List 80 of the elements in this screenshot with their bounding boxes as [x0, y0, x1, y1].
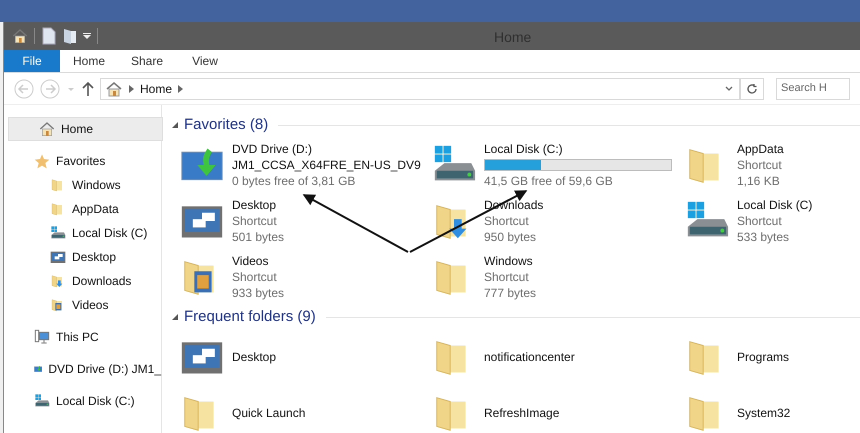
file-item[interactable]: Programs — [683, 329, 860, 385]
group-header[interactable]: Favorites (8) — [184, 114, 268, 136]
item-detail: 1,16 KB — [737, 173, 781, 189]
ribbon-tab[interactable]: File — [4, 50, 60, 72]
file-item[interactable]: System32 — [683, 385, 860, 433]
item-name: notificationcenter — [484, 349, 575, 365]
star-icon — [34, 153, 50, 169]
item-detail: 0 bytes free of 3,81 GB — [232, 173, 356, 189]
customize-dropdown-icon[interactable] — [83, 32, 91, 40]
home-icon[interactable] — [12, 28, 28, 44]
item-name: Programs — [737, 349, 790, 365]
sidebar-item[interactable]: Windows — [4, 173, 161, 197]
file-item[interactable]: AppData Shortcut 1,16 KB — [683, 137, 860, 193]
group-header[interactable]: Frequent folders (9) — [184, 306, 316, 328]
item-name: System32 — [737, 405, 790, 421]
up-arrow-icon[interactable] — [82, 80, 94, 96]
screen-icon — [50, 249, 66, 265]
ribbon-tab[interactable]: View — [176, 50, 234, 72]
refresh-icon — [746, 82, 758, 94]
file-item[interactable]: Desktop Shortcut 501 bytes — [178, 193, 430, 249]
pc-icon — [34, 329, 50, 345]
chevron-right-icon[interactable] — [178, 84, 184, 92]
item-detail: Shortcut — [484, 269, 530, 285]
sidebar-item[interactable]: Favorites — [4, 149, 161, 173]
item-name: Desktop — [232, 197, 278, 213]
file-item[interactable]: Local Disk (C) Shortcut 533 bytes — [683, 193, 860, 249]
item-name: Local Disk (C) — [737, 197, 812, 213]
chevron-right-icon[interactable] — [129, 84, 134, 92]
sidebar-item[interactable]: Videos — [4, 293, 161, 317]
item-detail: JM1_CCSA_X64FRE_EN-US_DV9 — [232, 157, 421, 173]
item-name: Quick Launch — [232, 405, 306, 421]
ribbon-tab[interactable]: Home — [60, 50, 118, 72]
item-detail: 933 bytes — [232, 285, 284, 301]
search-field[interactable]: Search H — [776, 78, 850, 100]
sidebar-item[interactable]: Local Disk (C:) — [4, 389, 161, 413]
sidebar-item[interactable]: AppData — [4, 197, 161, 221]
item-name: DVD Drive (D:) — [232, 141, 313, 157]
sidebar-item[interactable]: Home — [8, 117, 163, 141]
item-detail: Shortcut — [737, 213, 783, 229]
sidebar-item[interactable]: Desktop — [4, 245, 161, 269]
item-detail: Shortcut — [232, 269, 278, 285]
document-icon[interactable] — [41, 27, 57, 45]
item-name: RefreshImage — [484, 405, 560, 421]
item-detail: 501 bytes — [232, 229, 284, 245]
ribbon-tab[interactable]: Share — [118, 50, 176, 72]
file-item[interactable]: Local Disk (C:) 41,5 GB free of 59,6 GB — [430, 137, 683, 193]
item-name: Windows — [484, 253, 534, 269]
address-bar[interactable]: Home — [100, 78, 740, 100]
file-item[interactable]: Desktop — [178, 329, 430, 385]
file-item[interactable]: RefreshImage — [430, 385, 683, 433]
item-detail: Shortcut — [484, 213, 530, 229]
item-detail: 777 bytes — [484, 285, 536, 301]
breadcrumb-link[interactable]: Home — [140, 80, 172, 98]
sidebar-item[interactable]: Downloads — [4, 269, 161, 293]
item-name: Desktop — [232, 349, 276, 365]
sidebar-item[interactable]: This PC — [4, 325, 161, 349]
disk-icon — [50, 225, 66, 241]
item-name: Local Disk (C:) — [484, 141, 564, 157]
item-detail: Shortcut — [232, 213, 278, 229]
refresh-button[interactable] — [740, 78, 764, 100]
item-name: Videos — [232, 253, 270, 269]
item-detail: Shortcut — [737, 157, 783, 173]
file-item[interactable]: DVD Drive (D:) JM1_CCSA_X64FRE_EN-US_DV9 0 bytes free of 3,81 GB — [178, 137, 430, 193]
item-detail: 533 bytes — [737, 229, 790, 245]
collapse-icon[interactable] — [172, 122, 178, 128]
home-icon — [39, 121, 55, 137]
item-detail: 41,5 GB free of 59,6 GB — [484, 173, 614, 189]
file-item[interactable]: Videos Shortcut 933 bytes — [178, 249, 430, 305]
collapse-icon[interactable] — [172, 314, 178, 320]
file-item[interactable]: notificationcenter — [430, 329, 683, 385]
sidebar-item[interactable]: Local Disk (C) — [4, 221, 161, 245]
sidebar-item[interactable]: DVD Drive (D:) JM1_ — [4, 357, 161, 381]
file-item[interactable]: Quick Launch — [178, 385, 430, 433]
item-detail: 950 bytes — [484, 229, 538, 245]
file-item[interactable]: Windows Shortcut 777 bytes — [430, 249, 683, 305]
item-name: AppData — [737, 141, 784, 157]
home-icon — [105, 80, 123, 96]
chevron-down-icon[interactable] — [725, 86, 733, 92]
disk-icon — [34, 393, 50, 409]
folder-icon[interactable] — [63, 27, 77, 45]
